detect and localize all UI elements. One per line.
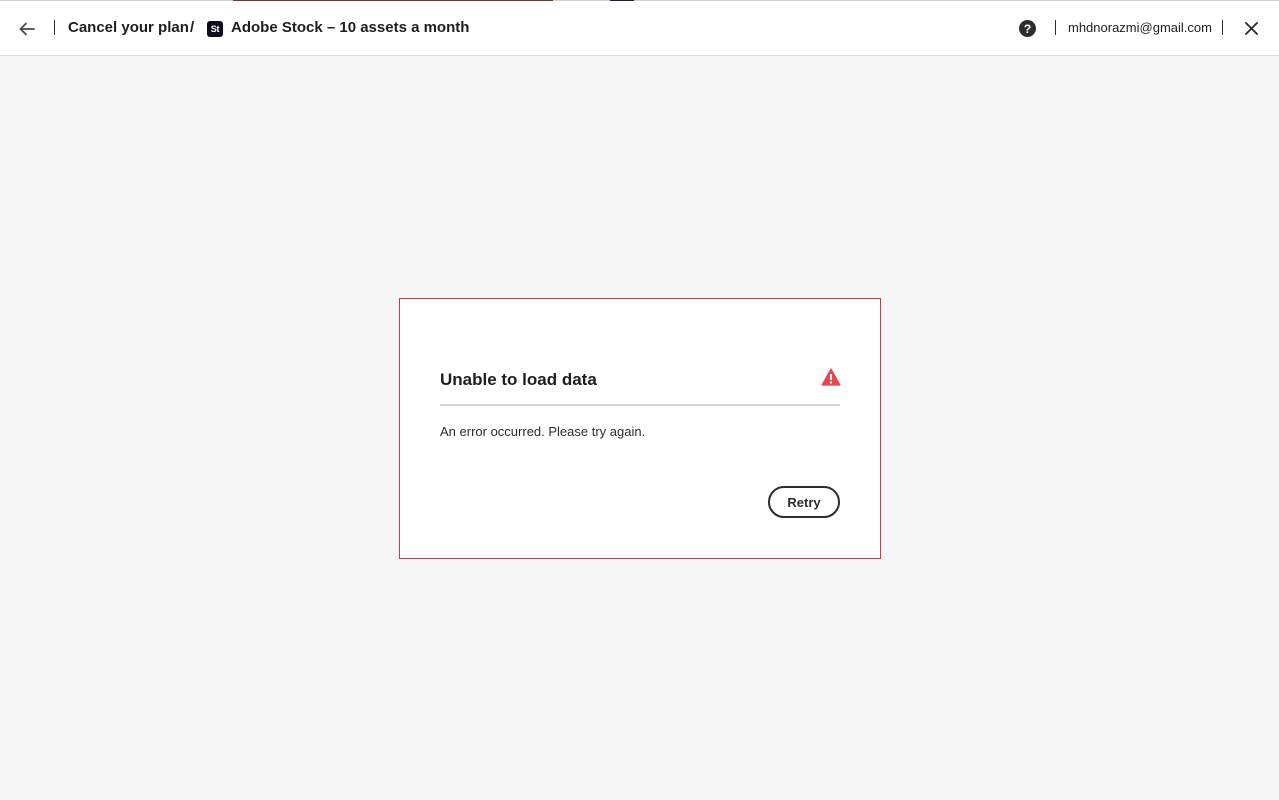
user-email[interactable]: mhdnorazmi@gmail.com	[1068, 20, 1212, 35]
header-separator	[54, 20, 55, 35]
arrow-left-icon	[19, 22, 35, 36]
page-title: Cancel your plan	[68, 19, 189, 36]
help-button[interactable]: ?	[1019, 20, 1036, 37]
close-button[interactable]	[1242, 19, 1261, 38]
retry-button[interactable]: Retry	[768, 486, 840, 518]
header-separator	[1055, 20, 1056, 35]
adobe-stock-icon: St	[207, 21, 223, 37]
error-message: An error occurred. Please try again.	[440, 424, 646, 439]
back-button[interactable]	[14, 16, 40, 42]
alert-triangle-icon	[821, 368, 841, 386]
breadcrumb-separator: /	[190, 19, 195, 36]
error-title: Unable to load data	[440, 370, 597, 389]
top-strip-segment	[610, 0, 634, 1]
error-card: Unable to load data An error occurred. P…	[399, 298, 881, 559]
error-divider	[440, 404, 840, 406]
top-bar: Cancel your plan / St Adobe Stock – 10 a…	[0, 0, 1279, 56]
product-name: Adobe Stock – 10 assets a month	[231, 19, 470, 36]
top-strip-segment	[233, 0, 553, 1]
top-strip	[0, 0, 1279, 1]
header-separator	[1222, 20, 1223, 35]
question-circle-icon: ?	[1023, 21, 1032, 36]
close-icon	[1245, 22, 1258, 35]
